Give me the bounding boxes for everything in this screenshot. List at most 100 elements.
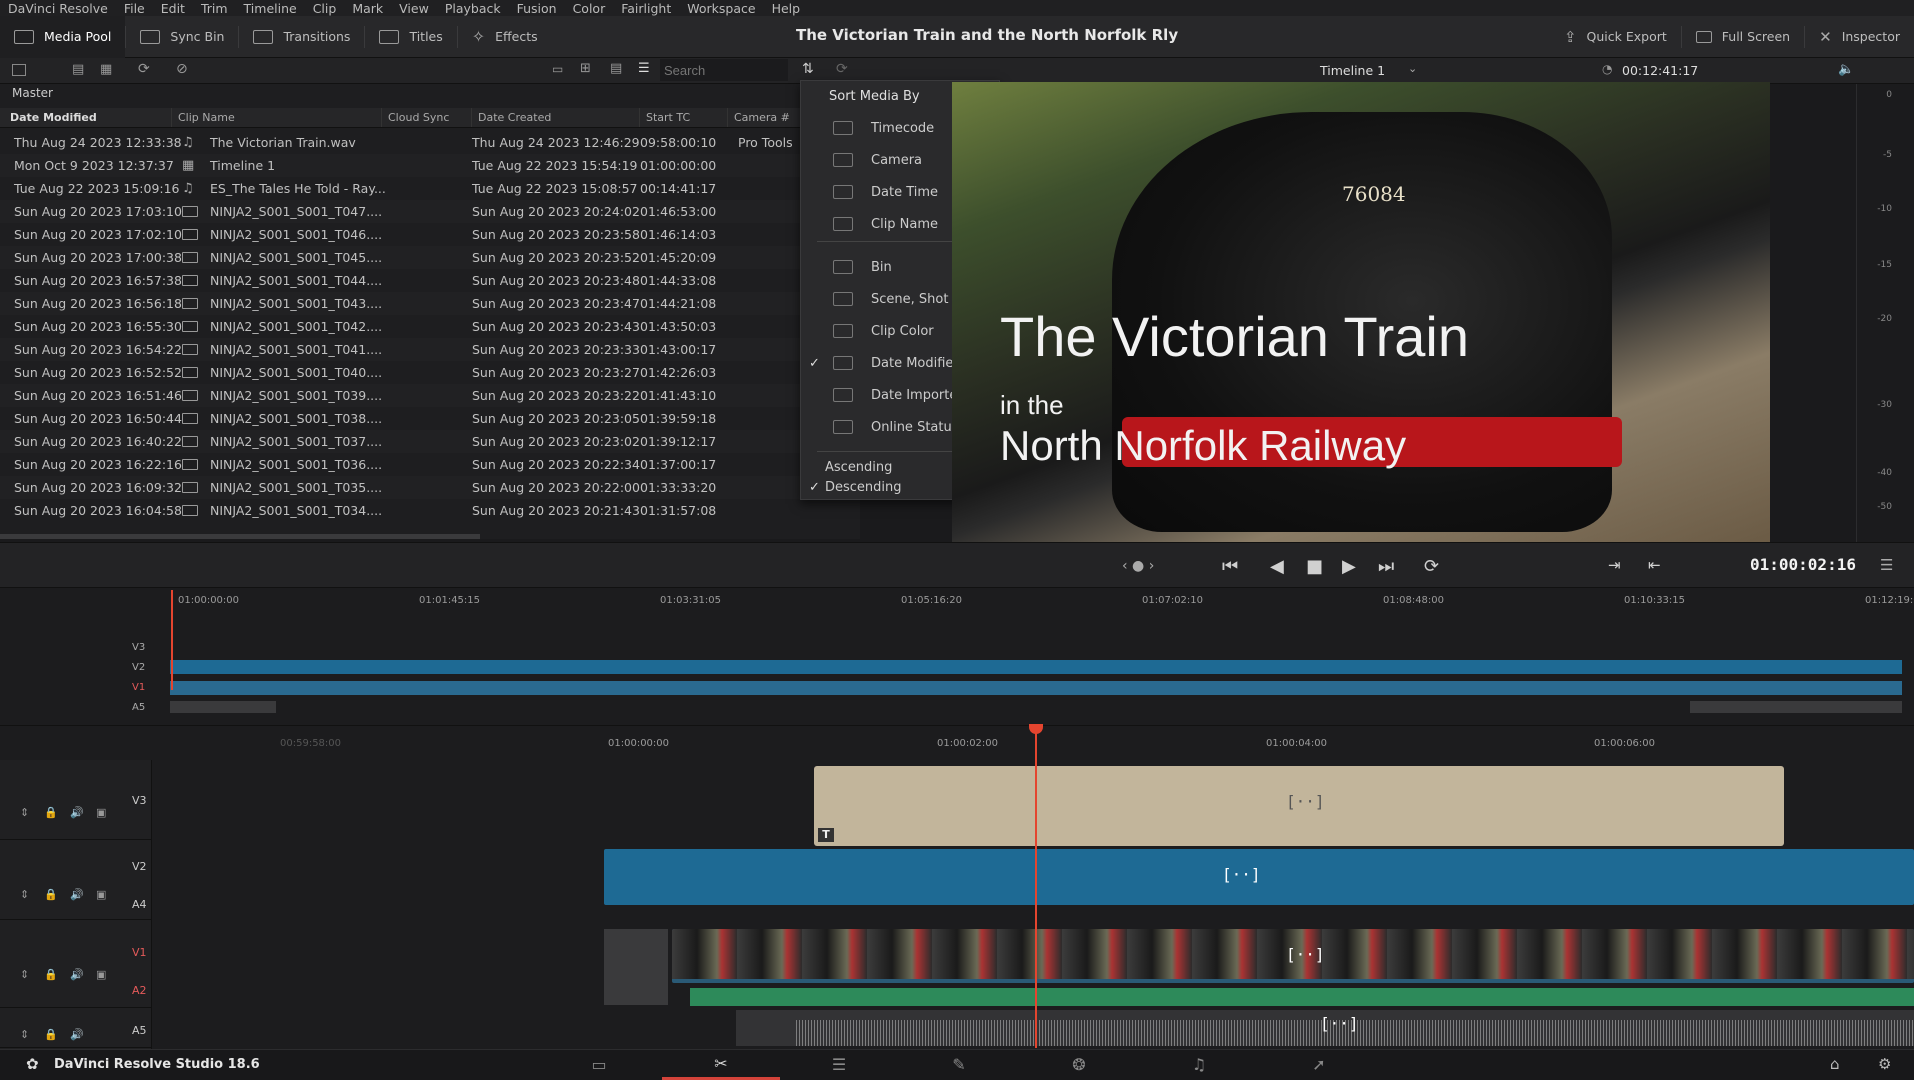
film-icon[interactable]: ▣ bbox=[96, 888, 106, 901]
page-cut-icon[interactable]: ✂ bbox=[662, 1049, 780, 1080]
settings-gear-icon[interactable]: ⚙ bbox=[1878, 1055, 1891, 1073]
speaker-icon[interactable]: 🔈 bbox=[1838, 62, 1854, 77]
menu-playback[interactable]: Playback bbox=[437, 1, 509, 16]
page-media-icon[interactable]: ▭ bbox=[540, 1049, 658, 1080]
thumbnail-view-icon[interactable]: ▭ bbox=[552, 62, 563, 76]
strip-view-icon[interactable]: ▤ bbox=[610, 61, 622, 76]
new-bin-icon[interactable]: ▤ bbox=[72, 62, 84, 77]
lock-icon[interactable]: 🔒 bbox=[44, 888, 58, 901]
clip-row[interactable]: Sun Aug 20 2023 17:00:38 NINJA2_S001_S001… bbox=[0, 246, 860, 269]
clip-row[interactable]: Sun Aug 20 2023 16:51:46 NINJA2_S001_S001… bbox=[0, 384, 860, 407]
clip-row[interactable]: Sun Aug 20 2023 16:09:32 NINJA2_S001_S001… bbox=[0, 476, 860, 499]
viewer-frame[interactable]: 76084 The Victorian Train in the North N… bbox=[952, 82, 1770, 542]
chevron-down-icon[interactable]: ⌄ bbox=[1408, 62, 1417, 75]
link-icon[interactable]: ⊘ bbox=[176, 61, 188, 77]
menu-clip[interactable]: Clip bbox=[305, 1, 345, 16]
viewer-timecode[interactable]: 01:00:02:16 bbox=[1750, 555, 1856, 574]
effects-button[interactable]: ✧ Effects bbox=[458, 16, 552, 58]
speaker-icon[interactable]: 🔊 bbox=[70, 968, 84, 981]
col-clip-name[interactable]: Clip Name bbox=[172, 108, 382, 127]
arrows-icon[interactable]: ⇕ bbox=[20, 968, 29, 981]
menu-file[interactable]: File bbox=[116, 1, 153, 16]
clip-row[interactable]: Mon Oct 9 2023 12:37:37 ▦ Timeline 1 Tue Au… bbox=[0, 154, 860, 177]
menu-help[interactable]: Help bbox=[764, 1, 809, 16]
menu-davinci-resolve[interactable]: DaVinci Resolve bbox=[0, 1, 116, 16]
page-fusion-icon[interactable]: ✎ bbox=[900, 1049, 1018, 1080]
go-to-end-icon[interactable]: ⏭ bbox=[1378, 556, 1394, 577]
speaker-icon[interactable]: 🔊 bbox=[70, 1028, 84, 1041]
speaker-icon[interactable]: 🔊 bbox=[70, 806, 84, 819]
clip-row[interactable]: Sun Aug 20 2023 16:57:38 NINJA2_S001_S001… bbox=[0, 269, 860, 292]
search-input[interactable] bbox=[660, 59, 788, 81]
titles-button[interactable]: Titles bbox=[365, 16, 456, 58]
audio-clip-a2[interactable] bbox=[690, 988, 1914, 1006]
smart-bin-icon[interactable]: ▦ bbox=[100, 62, 112, 77]
clip-row[interactable]: Thu Aug 24 2023 12:33:38 ♫ The Victorian T… bbox=[0, 131, 860, 154]
audio-clip-a5[interactable]: [··] bbox=[736, 1010, 1914, 1046]
col-date-modified[interactable]: Date Modified bbox=[0, 108, 172, 127]
menu-workspace[interactable]: Workspace bbox=[679, 1, 763, 16]
title-clip[interactable]: [··] T bbox=[814, 766, 1784, 846]
page-color-icon[interactable]: ❂ bbox=[1020, 1049, 1138, 1080]
quick-export-button[interactable]: ⇪ Quick Export bbox=[1550, 16, 1681, 58]
film-icon[interactable]: ▣ bbox=[96, 806, 106, 819]
page-edit-icon[interactable]: ☰ bbox=[780, 1049, 898, 1080]
relink-icon[interactable]: ⟳ bbox=[138, 61, 150, 77]
video-clip-v1[interactable]: [··] bbox=[672, 929, 1914, 983]
play-reverse-icon[interactable]: ◀ bbox=[1270, 556, 1284, 577]
col-date-created[interactable]: Date Created bbox=[472, 108, 640, 127]
grid-view-icon[interactable]: ⊞ bbox=[580, 61, 591, 76]
clip-row[interactable]: Tue Aug 22 2023 15:09:16 ♫ ES_The Tales He… bbox=[0, 177, 860, 200]
mark-in-icon[interactable]: ⇥ bbox=[1608, 556, 1621, 574]
timeline-selector[interactable]: Timeline 1 bbox=[1320, 63, 1385, 78]
full-screen-button[interactable]: Full Screen bbox=[1682, 16, 1804, 58]
arrows-icon[interactable]: ⇕ bbox=[20, 1028, 29, 1041]
lock-icon[interactable]: 🔒 bbox=[44, 1028, 58, 1041]
sync-bin-button[interactable]: Sync Bin bbox=[126, 16, 238, 58]
menu-timeline[interactable]: Timeline bbox=[236, 1, 305, 16]
play-icon[interactable]: ▶ bbox=[1342, 556, 1356, 577]
loop-icon[interactable]: ⟳ bbox=[1424, 556, 1439, 577]
home-icon[interactable]: ⌂ bbox=[1830, 1055, 1840, 1073]
clip-row[interactable]: Sun Aug 20 2023 16:22:16 NINJA2_S001_S001… bbox=[0, 453, 860, 476]
page-deliver-icon[interactable]: ➚ bbox=[1260, 1049, 1378, 1080]
upper-v2-clip[interactable] bbox=[170, 660, 1902, 674]
gap-clip[interactable] bbox=[604, 929, 668, 1005]
clip-row[interactable]: Sun Aug 20 2023 16:56:18 NINJA2_S001_S001… bbox=[0, 292, 860, 315]
upper-a5-clip[interactable] bbox=[1690, 701, 1902, 713]
menu-mark[interactable]: Mark bbox=[344, 1, 391, 16]
arrows-icon[interactable]: ⇕ bbox=[20, 888, 29, 901]
sort-icon[interactable]: ⇅ bbox=[802, 61, 814, 77]
clip-row[interactable]: Sun Aug 20 2023 16:40:22 NINJA2_S001_S001… bbox=[0, 430, 860, 453]
menu-view[interactable]: View bbox=[391, 1, 437, 16]
clip-row[interactable]: Sun Aug 20 2023 17:03:10 NINJA2_S001_S001… bbox=[0, 200, 860, 223]
clip-row[interactable]: Sun Aug 20 2023 16:50:44 NINJA2_S001_S001… bbox=[0, 407, 860, 430]
clip-row[interactable]: Sun Aug 20 2023 16:04:58 NINJA2_S001_S001… bbox=[0, 499, 860, 522]
transitions-button[interactable]: Transitions bbox=[239, 16, 364, 58]
page-fairlight-icon[interactable]: ♫ bbox=[1140, 1049, 1258, 1080]
jog-control[interactable]: ‹ ● › bbox=[1122, 558, 1154, 574]
col-start-tc[interactable]: Start TC bbox=[640, 108, 728, 127]
menu-color[interactable]: Color bbox=[565, 1, 614, 16]
upper-a5-clip[interactable] bbox=[170, 701, 276, 713]
list-view-icon[interactable]: ☰ bbox=[638, 61, 650, 76]
stop-icon[interactable]: ■ bbox=[1306, 556, 1323, 577]
menu-fusion[interactable]: Fusion bbox=[509, 1, 565, 16]
menu-fairlight[interactable]: Fairlight bbox=[613, 1, 679, 16]
horizontal-scrollbar[interactable] bbox=[0, 534, 480, 539]
clip-row[interactable]: Sun Aug 20 2023 16:55:30 NINJA2_S001_S001… bbox=[0, 315, 860, 338]
mark-out-icon[interactable]: ⇤ bbox=[1648, 556, 1661, 574]
speaker-icon[interactable]: 🔊 bbox=[70, 888, 84, 901]
panel-toggle-icon[interactable] bbox=[12, 64, 26, 76]
menu-trim[interactable]: Trim bbox=[193, 1, 236, 16]
refresh-icon[interactable]: ⟳ bbox=[836, 61, 848, 77]
clip-row[interactable]: Sun Aug 20 2023 16:54:22 NINJA2_S001_S001… bbox=[0, 338, 860, 361]
main-playhead[interactable] bbox=[1035, 730, 1037, 1048]
arrows-icon[interactable]: ⇕ bbox=[20, 806, 29, 819]
lock-icon[interactable]: 🔒 bbox=[44, 806, 58, 819]
lock-icon[interactable]: 🔒 bbox=[44, 968, 58, 981]
upper-playhead[interactable] bbox=[171, 590, 173, 690]
go-to-start-icon[interactable]: ⏮ bbox=[1222, 556, 1238, 577]
film-icon[interactable]: ▣ bbox=[96, 968, 106, 981]
options-menu-icon[interactable]: ☰ bbox=[1880, 556, 1893, 574]
